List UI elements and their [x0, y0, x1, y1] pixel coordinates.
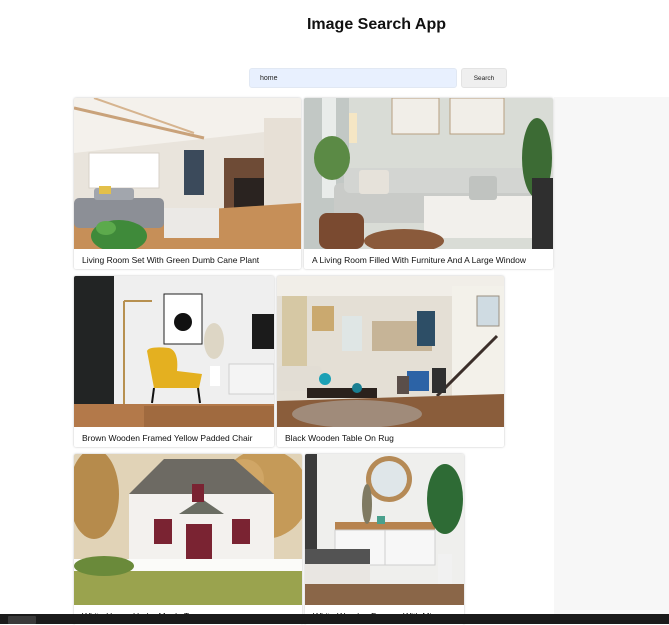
page-title: Image Search App: [306, 16, 446, 33]
search-button[interactable]: Search: [461, 68, 507, 88]
start-button[interactable]: [8, 616, 36, 624]
result-caption: Brown Wooden Framed Yellow Padded Chair: [82, 433, 253, 443]
os-taskbar: [0, 614, 669, 624]
result-caption: A Living Room Filled With Furniture And …: [312, 255, 527, 265]
result-card[interactable]: Brown Wooden Framed Yellow Padded Chair: [74, 276, 274, 447]
result-image[interactable]: [74, 454, 302, 605]
result-caption: Black Wooden Table On Rug: [285, 433, 394, 443]
result-card[interactable]: Living Room Set With Green Dumb Cane Pla…: [74, 98, 301, 269]
result-image[interactable]: [74, 98, 301, 249]
result-card[interactable]: A Living Room Filled With Furniture And …: [304, 98, 553, 269]
result-card[interactable]: White House Under Maple Tree: [74, 454, 302, 625]
result-image[interactable]: [305, 454, 464, 605]
results-panel-background: [554, 97, 669, 617]
result-image[interactable]: [74, 276, 274, 427]
search-input[interactable]: [249, 68, 457, 88]
result-caption: Living Room Set With Green Dumb Cane Pla…: [82, 255, 260, 265]
search-bar: Search: [249, 68, 507, 88]
result-image[interactable]: [277, 276, 504, 427]
result-image[interactable]: [304, 98, 553, 249]
result-card[interactable]: White Wooden Dresser With Mirror: [305, 454, 464, 625]
result-card[interactable]: Black Wooden Table On Rug: [277, 276, 504, 447]
